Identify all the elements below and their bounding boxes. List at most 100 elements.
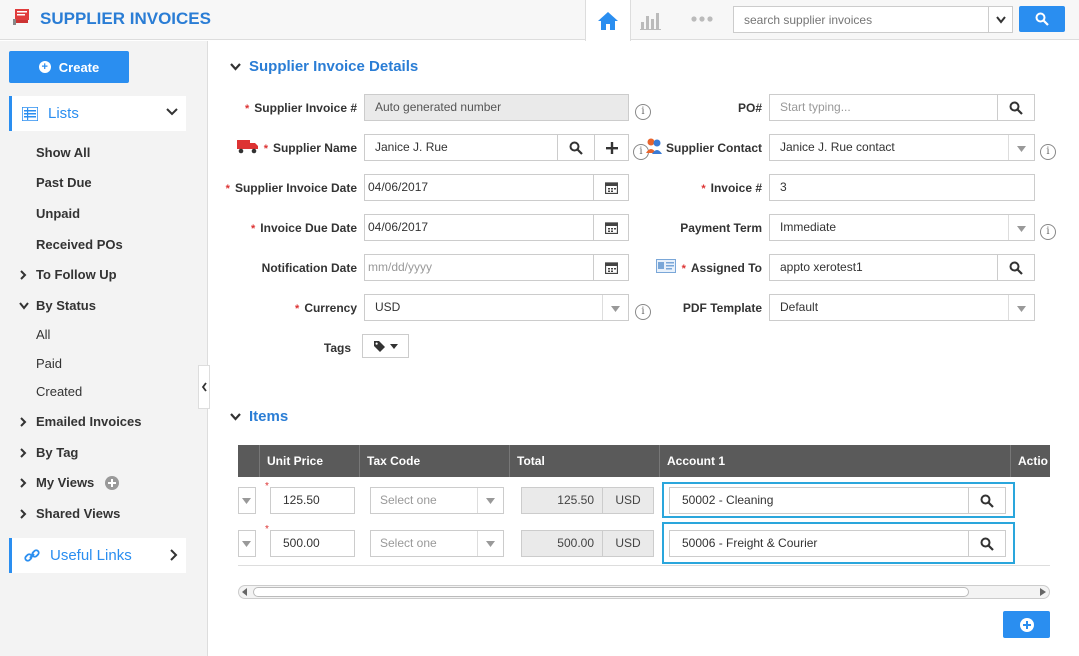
add-item-row-button[interactable]: [1003, 611, 1050, 638]
details-section-header[interactable]: Supplier Invoice Details: [230, 58, 418, 75]
payment-term-select[interactable]: Immediate: [769, 214, 1035, 241]
unit-price-input[interactable]: 125.50: [270, 487, 355, 514]
pdf-template-select[interactable]: Default: [769, 294, 1035, 321]
caret-down-icon: [390, 343, 398, 349]
create-button[interactable]: + Create: [9, 51, 129, 83]
chevron-right-icon: [20, 509, 27, 519]
assigned-to-input[interactable]: appto xerotest1: [769, 254, 998, 281]
sidebar-item-received-pos[interactable]: Received POs: [36, 237, 123, 252]
tags-label: Tags: [323, 341, 351, 355]
supplier-name-input[interactable]: Janice J. Rue: [364, 134, 558, 161]
total-field: 500.00: [521, 530, 603, 557]
invoice-due-date-label: * Invoice Due Date: [251, 221, 357, 235]
more-tab[interactable]: [690, 11, 714, 32]
po-search-button[interactable]: [997, 94, 1035, 121]
notification-date-input[interactable]: mm/dd/yyyy: [364, 254, 594, 281]
required-marker: *: [265, 524, 269, 535]
sidebar-item-unpaid[interactable]: Unpaid: [36, 206, 80, 221]
scroll-left-icon[interactable]: [242, 588, 248, 596]
invoice-due-date-input[interactable]: 04/06/2017: [364, 214, 594, 241]
info-icon[interactable]: i: [1040, 224, 1056, 240]
calendar-button[interactable]: [593, 214, 629, 241]
assigned-to-search-button[interactable]: [997, 254, 1035, 281]
invoice-no-label: * Invoice #: [701, 181, 762, 195]
calendar-button[interactable]: [593, 254, 629, 281]
info-icon[interactable]: i: [635, 104, 651, 120]
invoice-no-input[interactable]: 3: [769, 174, 1035, 201]
dropdown-toggle[interactable]: [602, 295, 628, 320]
required-marker: *: [265, 481, 269, 492]
account-input[interactable]: 50006 - Freight & Courier: [669, 530, 969, 557]
scrollbar-thumb[interactable]: [253, 587, 969, 597]
tax-code-select[interactable]: Select one: [370, 487, 504, 514]
supplier-invoice-date-input[interactable]: 04/06/2017: [364, 174, 594, 201]
add-view-icon[interactable]: [105, 476, 119, 490]
dropdown-toggle[interactable]: [1008, 295, 1034, 320]
sidebar-item-by-status[interactable]: By Status: [36, 298, 96, 313]
caret-down-icon: [1017, 225, 1026, 232]
plus-circle-icon: +: [38, 61, 51, 73]
tax-code-placeholder: Select one: [380, 536, 437, 550]
home-tab[interactable]: [585, 0, 631, 41]
scroll-right-icon[interactable]: [1040, 588, 1046, 596]
search-button[interactable]: [1019, 6, 1065, 32]
info-icon[interactable]: i: [635, 304, 651, 320]
useful-links-panel-header[interactable]: Useful Links: [9, 538, 186, 573]
sidebar-item-past-due[interactable]: Past Due: [36, 175, 92, 190]
dropdown-toggle[interactable]: [477, 531, 503, 556]
tags-dropdown-button[interactable]: [362, 334, 409, 358]
search-input[interactable]: [734, 7, 984, 32]
items-table-header: Unit Price Tax Code Total Account 1 Acti…: [238, 445, 1050, 477]
total-currency: USD: [602, 530, 654, 557]
supplier-invoice-no-label: * Supplier Invoice #: [245, 101, 357, 115]
calendar-button[interactable]: [593, 174, 629, 201]
sidebar-item-emailed-invoices[interactable]: Emailed Invoices: [36, 414, 142, 429]
details-section-title: Supplier Invoice Details: [249, 58, 419, 75]
info-icon[interactable]: i: [1040, 144, 1056, 160]
tax-code-select[interactable]: Select one: [370, 530, 504, 557]
lists-panel-header[interactable]: Lists: [9, 96, 186, 131]
calendar-icon: [604, 262, 618, 274]
sidebar-item-by-tag[interactable]: By Tag: [36, 445, 78, 460]
sidebar-item-to-follow-up[interactable]: To Follow Up: [36, 267, 117, 282]
pdf-template-label: PDF Template: [682, 301, 762, 315]
dropdown-toggle[interactable]: [477, 488, 503, 513]
table-horizontal-scrollbar[interactable]: [238, 585, 1050, 599]
items-section-header[interactable]: Items: [230, 408, 288, 425]
sidebar-collapse-handle[interactable]: [198, 365, 210, 409]
account-search-button[interactable]: [968, 487, 1006, 514]
link-icon: [24, 548, 40, 562]
add-supplier-button[interactable]: [594, 134, 629, 161]
supplier-search-button[interactable]: [557, 134, 595, 161]
chevron-down-icon: [995, 15, 1006, 24]
account-search-button[interactable]: [968, 530, 1006, 557]
top-bar: SUPPLIER INVOICES: [0, 0, 1079, 41]
sidebar-item-show-all[interactable]: Show All: [36, 145, 90, 160]
column-header-actions: Actio: [1018, 454, 1048, 468]
id-card-icon: [656, 259, 676, 273]
sidebar-status-paid[interactable]: Paid: [36, 356, 62, 371]
search-dropdown[interactable]: [988, 7, 1012, 32]
po-input[interactable]: Start typing...: [769, 94, 998, 121]
chevron-down-icon: [230, 413, 241, 421]
supplier-contact-label: Supplier Contact: [665, 141, 762, 155]
tax-code-placeholder: Select one: [380, 493, 437, 507]
sidebar-item-my-views[interactable]: My Views: [36, 475, 94, 490]
reports-tab[interactable]: [640, 10, 662, 33]
currency-select[interactable]: USD: [364, 294, 629, 321]
chevron-right-icon: [20, 270, 27, 280]
dropdown-toggle[interactable]: [1008, 135, 1034, 160]
calendar-icon: [604, 222, 618, 234]
unit-price-input[interactable]: 500.00: [270, 530, 355, 557]
sidebar-item-shared-views[interactable]: Shared Views: [36, 506, 120, 521]
dropdown-toggle[interactable]: [1008, 215, 1034, 240]
account-input[interactable]: 50002 - Cleaning: [669, 487, 969, 514]
row-hidden-select[interactable]: [238, 530, 256, 557]
home-icon: [598, 11, 618, 30]
row-hidden-select[interactable]: [238, 487, 256, 514]
plus-circle-icon: [1019, 617, 1034, 632]
sidebar-status-created[interactable]: Created: [36, 384, 82, 399]
supplier-contact-select[interactable]: Janice J. Rue contact: [769, 134, 1035, 161]
sidebar-status-all[interactable]: All: [36, 327, 50, 342]
supplier-contact-value: Janice J. Rue contact: [780, 140, 895, 154]
